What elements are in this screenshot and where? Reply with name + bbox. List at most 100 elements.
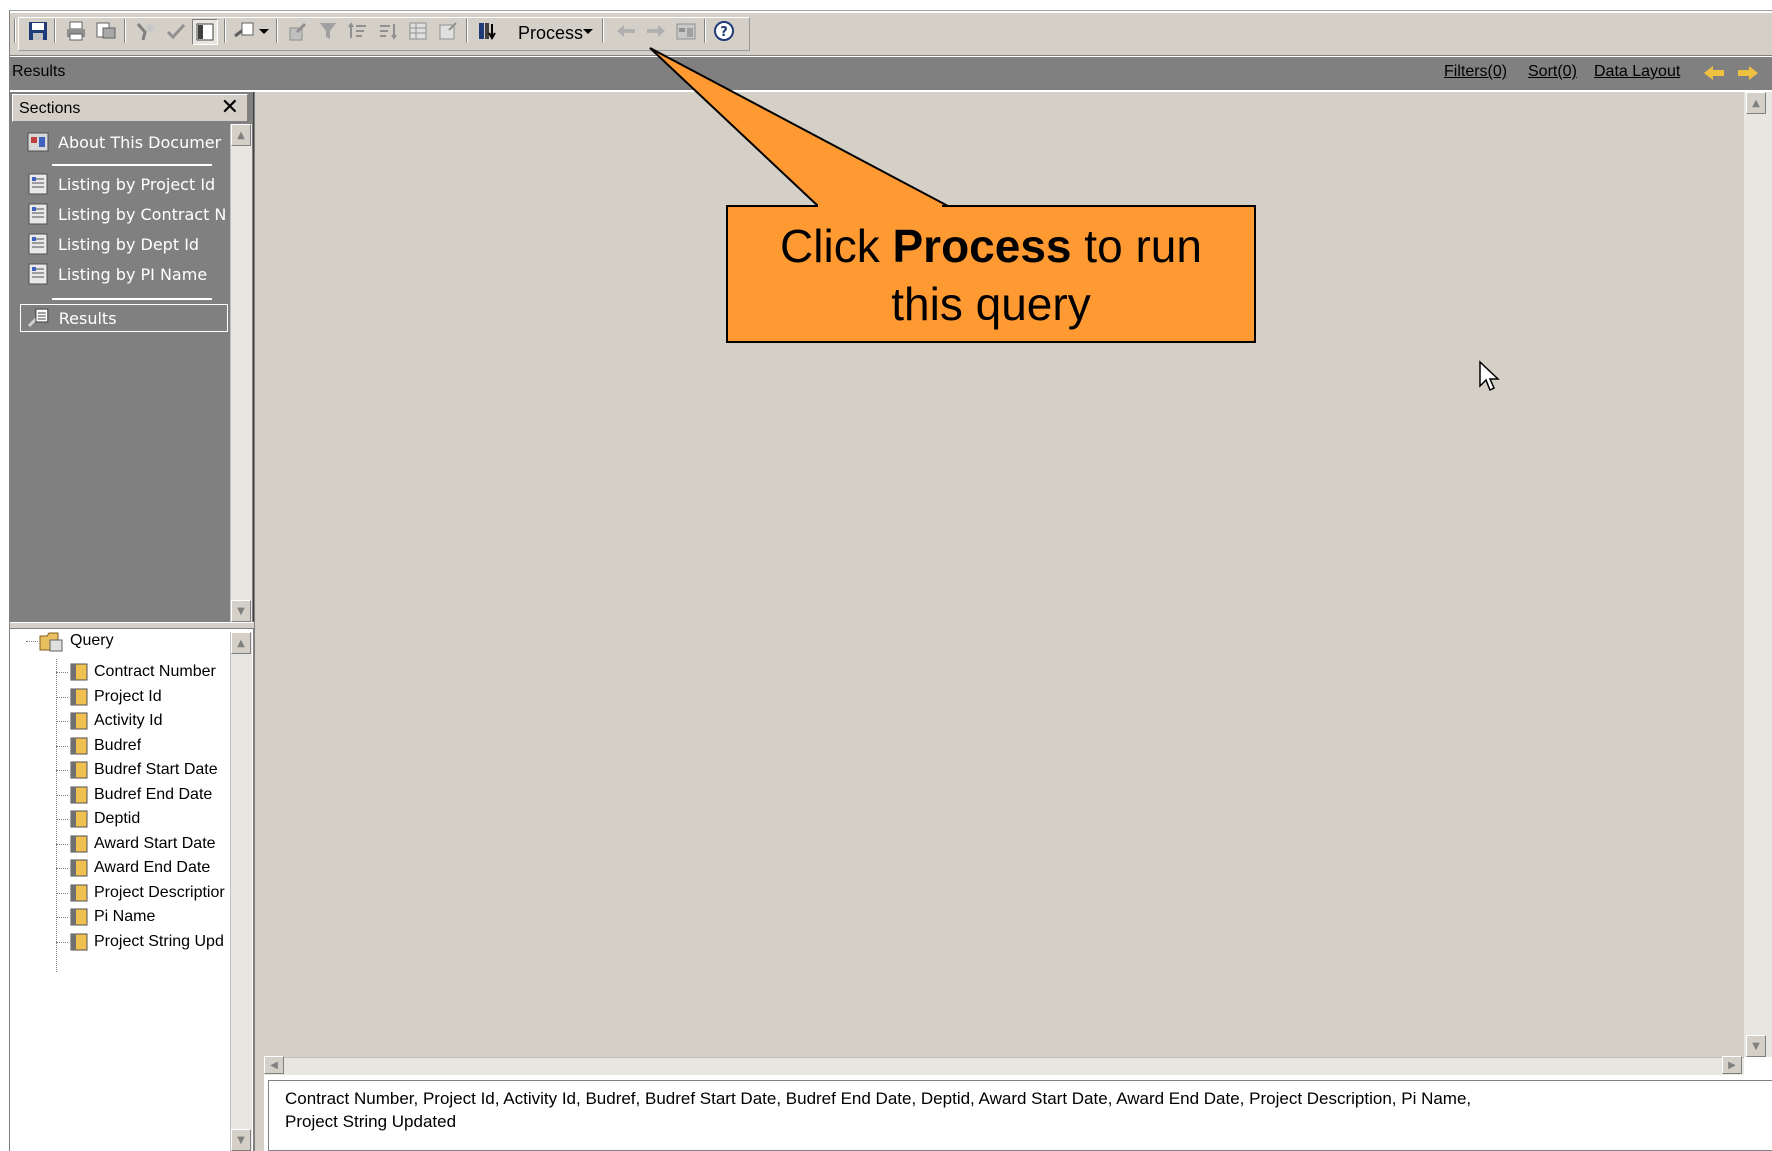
query-column-item[interactable]: Award Start Date <box>70 832 250 856</box>
section-item-results[interactable]: Results <box>20 304 228 332</box>
tree-connector <box>56 819 68 820</box>
previous-section-arrow-icon[interactable] <box>1702 63 1726 83</box>
query-root[interactable]: Query <box>38 629 114 653</box>
insert-section-icon[interactable] <box>232 19 256 43</box>
section-item-listing-contract[interactable]: Listing by Contract N <box>20 200 230 228</box>
column-icon <box>70 835 88 853</box>
sort-link[interactable]: Sort(0) <box>1528 63 1577 81</box>
document-report-icon <box>27 132 49 152</box>
tree-connector <box>56 844 68 845</box>
forward-arrow-icon[interactable] <box>644 19 668 43</box>
process-button-label[interactable]: Process <box>518 23 583 44</box>
sections-title: Sections <box>19 100 81 117</box>
query-column-item[interactable]: Project Id <box>70 685 250 709</box>
results-horizontal-scrollbar[interactable]: ◀ ▶ <box>264 1056 1744 1075</box>
query-tool-icon[interactable] <box>134 19 158 43</box>
filter-icon[interactable] <box>316 19 340 43</box>
back-arrow-icon[interactable] <box>614 19 638 43</box>
section-item-label: About This Documer <box>58 132 222 152</box>
scroll-down-icon[interactable]: ▼ <box>231 1129 251 1151</box>
chevron-down-icon[interactable] <box>580 19 596 43</box>
section-item-label: Listing by Contract N <box>58 204 227 224</box>
section-divider <box>52 298 212 300</box>
check-icon[interactable] <box>164 19 188 43</box>
scroll-down-icon[interactable]: ▼ <box>231 600 251 622</box>
column-icon <box>70 712 88 730</box>
filters-link[interactable]: Filters(0) <box>1444 63 1507 81</box>
query-column-item[interactable]: Deptid <box>70 807 250 831</box>
results-icon <box>27 308 49 327</box>
dashboard-icon[interactable] <box>674 19 698 43</box>
section-item-listing-project-id[interactable]: Listing by Project Id <box>20 170 230 198</box>
tree-connector <box>56 659 57 972</box>
section-item-listing-dept-id[interactable]: Listing by Dept Id <box>20 230 230 258</box>
scroll-left-icon[interactable]: ◀ <box>264 1056 284 1074</box>
chevron-down-icon[interactable] <box>256 19 272 43</box>
query-column-item[interactable]: Activity Id <box>70 709 250 733</box>
sort-ascending-icon[interactable] <box>346 19 370 43</box>
scroll-up-icon[interactable]: ▲ <box>231 632 251 654</box>
tree-connector <box>56 795 68 796</box>
section-item-about[interactable]: About This Documer <box>20 128 230 156</box>
section-item-label: Listing by PI Name <box>58 264 208 284</box>
scroll-up-icon[interactable]: ▲ <box>1746 92 1766 114</box>
query-column-item[interactable]: Budref Start Date <box>70 758 250 782</box>
tree-connector <box>56 721 68 722</box>
panel-splitter[interactable] <box>10 622 254 629</box>
query-column-label: Project String Upd <box>94 933 224 950</box>
callout-line2: this query <box>891 278 1091 330</box>
export-icon[interactable] <box>286 19 310 43</box>
sections-scrollbar[interactable]: ▲ ▼ <box>230 124 252 622</box>
toolbar-separator <box>704 19 706 43</box>
query-column-label: Project Id <box>94 688 162 705</box>
next-section-arrow-icon[interactable] <box>1736 63 1760 83</box>
query-column-item[interactable]: Budref <box>70 734 250 758</box>
query-column-item[interactable]: Pi Name <box>70 905 250 929</box>
scroll-up-icon[interactable]: ▲ <box>231 124 251 146</box>
sections-toggle-icon[interactable] <box>192 19 218 45</box>
print-icon[interactable] <box>64 19 88 43</box>
column-icon <box>70 859 88 877</box>
tree-connector <box>56 942 68 943</box>
query-column-label: Project Descriptior <box>94 884 225 901</box>
section-item-listing-pi-name[interactable]: Listing by PI Name <box>20 260 230 288</box>
window-top-edge <box>0 0 1772 11</box>
query-column-item[interactable]: Budref End Date <box>70 783 250 807</box>
help-icon[interactable]: ? <box>712 19 736 43</box>
callout-joint <box>818 204 942 209</box>
scroll-right-icon[interactable]: ▶ <box>1722 1056 1742 1074</box>
properties-icon[interactable] <box>436 19 460 43</box>
data-layout-link[interactable]: Data Layout <box>1594 63 1680 81</box>
query-column-item[interactable]: Project String Upd <box>70 930 238 954</box>
query-column-label: Deptid <box>94 810 141 827</box>
table-icon[interactable] <box>406 19 430 43</box>
query-column-label: Pi Name <box>94 908 156 925</box>
close-icon[interactable]: ✕ <box>221 95 239 120</box>
report-icon <box>28 233 48 255</box>
results-vertical-scrollbar[interactable]: ▲ ▼ <box>1744 92 1772 1057</box>
process-icon[interactable] <box>476 19 500 43</box>
column-list-bar[interactable]: Contract Number, Project Id, Activity Id… <box>268 1080 1772 1151</box>
column-icon <box>70 810 88 828</box>
query-tree-scrollbar[interactable]: ▲ ▼ <box>230 632 252 1151</box>
save-icon[interactable] <box>26 19 50 43</box>
main-toolbar: Process ? <box>10 12 1772 56</box>
callout-text: Click Process to run this query <box>728 217 1254 333</box>
toolbar-separator <box>466 19 468 43</box>
query-column-label: Award Start Date <box>94 835 216 852</box>
scroll-down-icon[interactable]: ▼ <box>1746 1035 1766 1057</box>
query-column-label: Contract Number <box>94 663 216 680</box>
report-icon <box>28 173 48 195</box>
column-icon <box>70 884 88 902</box>
query-column-label: Activity Id <box>94 712 163 729</box>
query-column-item[interactable]: Project Descriptior <box>70 881 238 905</box>
column-icon <box>70 663 88 681</box>
section-item-label: Listing by Project Id <box>58 174 216 194</box>
tree-connector <box>26 641 38 642</box>
svg-text:?: ? <box>720 25 728 40</box>
print-preview-icon[interactable] <box>94 19 118 43</box>
column-icon <box>70 933 88 951</box>
query-column-item[interactable]: Contract Number <box>70 660 250 684</box>
query-column-item[interactable]: Award End Date <box>70 856 250 880</box>
sort-descending-icon[interactable] <box>376 19 400 43</box>
